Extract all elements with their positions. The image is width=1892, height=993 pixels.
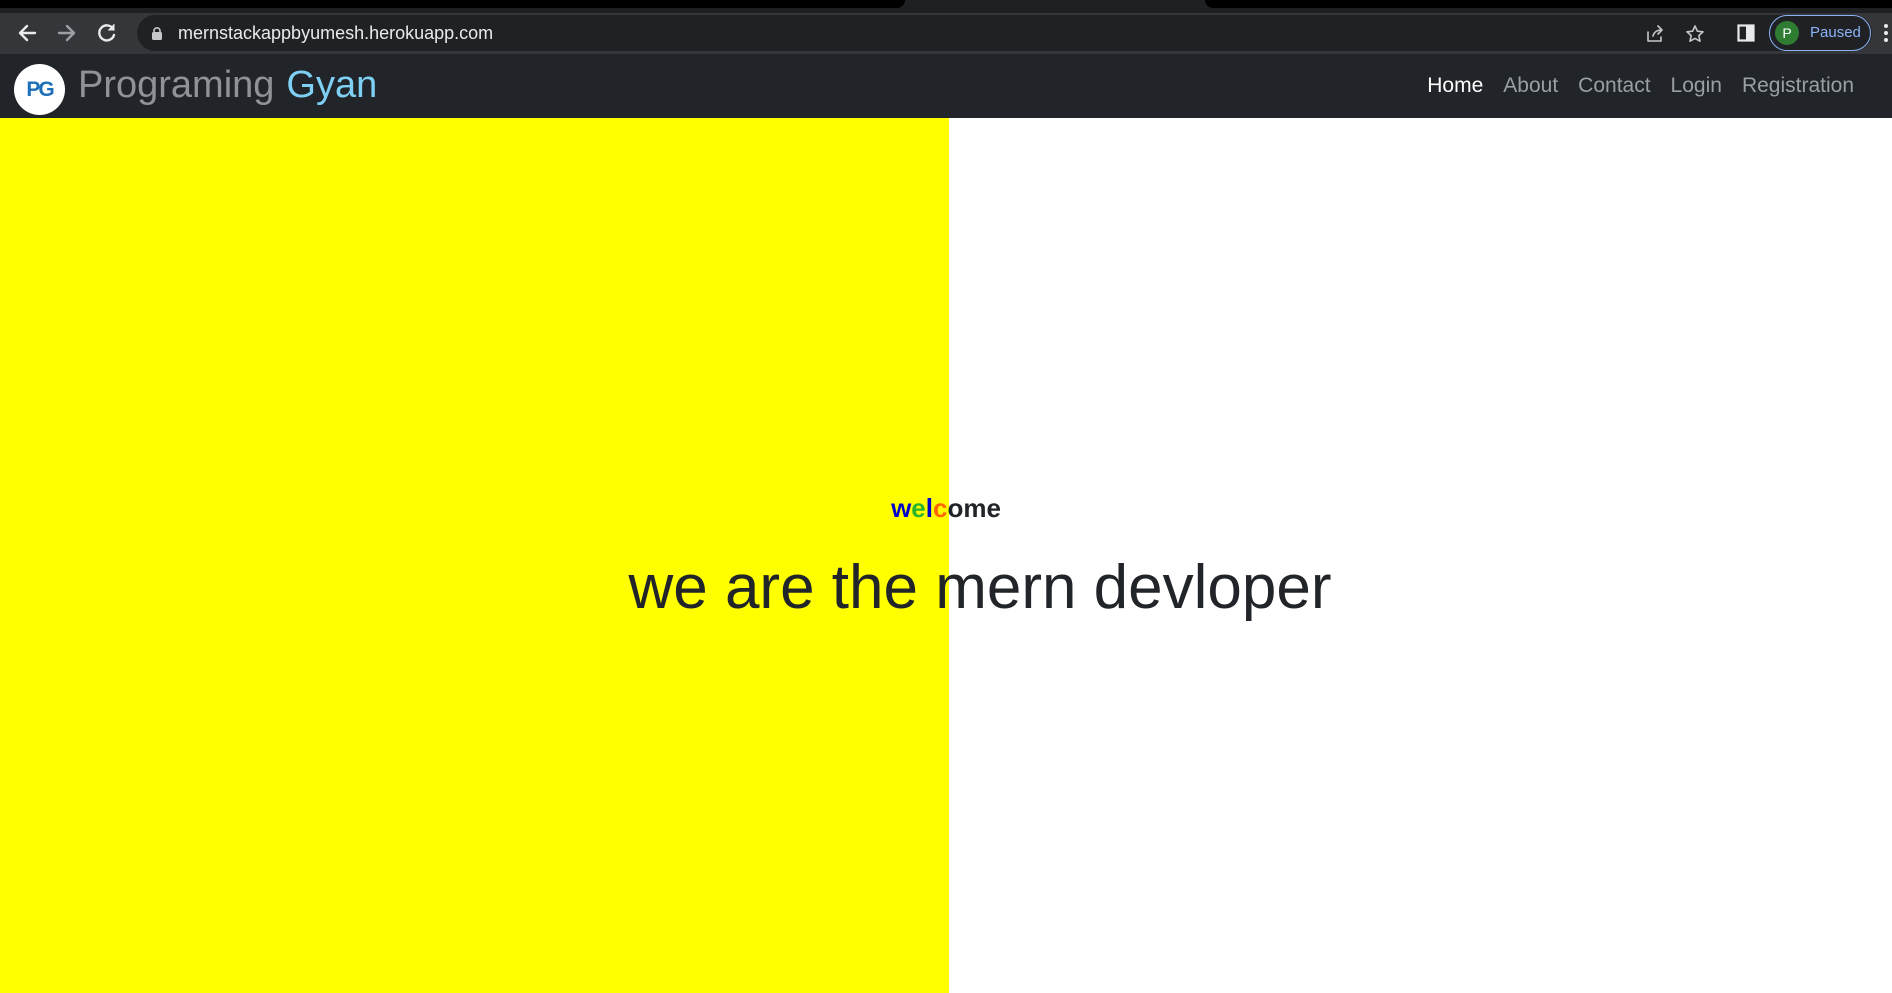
logo-text: PG <box>26 78 54 101</box>
lock-icon[interactable] <box>151 27 163 40</box>
brand-part-1: Programing <box>78 64 275 106</box>
welcome-rest: ome <box>947 493 1001 523</box>
welcome-letter-w: w <box>891 493 912 523</box>
url-text[interactable]: mernstackappbyumesh.herokuapp.com <box>178 15 493 51</box>
brand-part-2: Gyan <box>286 64 378 106</box>
menu-icon[interactable] <box>1884 22 1890 44</box>
address-bar[interactable]: mernstackappbyumesh.herokuapp.com <box>137 15 1872 51</box>
welcome-letter-e: e <box>911 493 926 523</box>
share-icon[interactable] <box>1645 24 1665 44</box>
hero-headline: we are the mern devloper <box>628 553 1332 622</box>
reload-icon[interactable] <box>93 19 121 47</box>
profile-status: Paused <box>1810 24 1861 41</box>
browser-tab[interactable] <box>0 0 905 8</box>
welcome-text: welcome <box>0 493 1892 524</box>
star-icon[interactable] <box>1685 24 1705 44</box>
site-logo[interactable]: PG <box>14 64 65 115</box>
nav-link-registration[interactable]: Registration <box>1742 74 1854 98</box>
nav-links: Home About Contact Login Registration <box>1407 54 1854 118</box>
browser-tab-strip <box>0 0 1892 13</box>
back-icon[interactable] <box>13 19 41 47</box>
nav-link-home[interactable]: Home <box>1427 74 1483 98</box>
site-navbar: PG Programing Gyan Home About Contact Log… <box>0 54 1892 118</box>
nav-link-login[interactable]: Login <box>1671 74 1722 98</box>
profile-button[interactable]: P Paused <box>1769 15 1871 51</box>
browser-tab[interactable] <box>1205 0 1892 8</box>
nav-link-about[interactable]: About <box>1503 74 1558 98</box>
welcome-letter-l: l <box>925 493 933 523</box>
side-panel-icon[interactable] <box>1737 24 1755 42</box>
nav-link-contact[interactable]: Contact <box>1578 74 1650 98</box>
browser-toolbar: mernstackappbyumesh.herokuapp.com P Paus… <box>0 13 1892 54</box>
avatar: P <box>1775 21 1799 45</box>
welcome-letter-c: c <box>933 493 948 523</box>
brand-name[interactable]: Programing Gyan <box>78 62 377 108</box>
forward-icon[interactable] <box>53 19 81 47</box>
